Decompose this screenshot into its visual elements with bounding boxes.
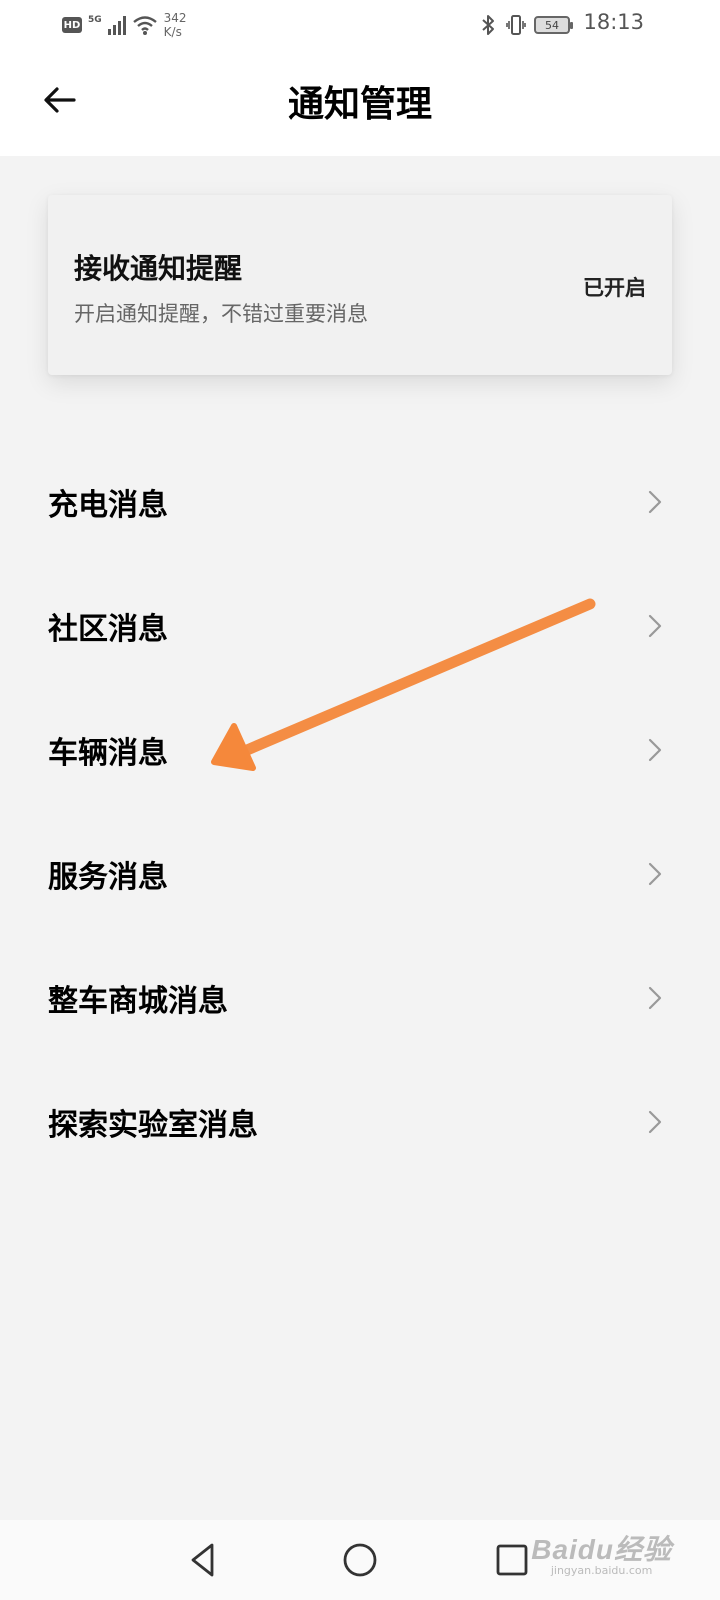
chevron-right-icon	[648, 614, 662, 638]
signal-icon	[107, 15, 126, 35]
square-recents-icon[interactable]	[490, 1538, 534, 1582]
watermark-url: jingyan.baidu.com	[550, 1564, 653, 1577]
chevron-right-icon	[648, 1110, 662, 1134]
vibrate-icon	[506, 15, 526, 35]
chevron-right-icon	[648, 862, 662, 886]
notification-toggle-card[interactable]: 接收通知提醒 开启通知提醒，不错过重要消息 已开启	[48, 195, 672, 375]
page-title: 通知管理	[287, 83, 432, 125]
menu-item-label: 车辆消息	[48, 736, 168, 771]
wifi-icon	[132, 16, 157, 35]
card-title: 接收通知提醒	[74, 252, 243, 285]
menu-item-store[interactable]: 整车商城消息	[0, 943, 720, 1053]
menu-item-service[interactable]: 服务消息	[0, 819, 720, 929]
status-right: 54	[478, 8, 573, 42]
status-time: 18:13	[583, 10, 644, 34]
watermark-logo: Baidu经验	[531, 1534, 672, 1565]
menu-item-label: 充电消息	[48, 488, 168, 523]
chevron-right-icon	[648, 738, 662, 762]
triangle-back-icon[interactable]	[182, 1538, 226, 1582]
watermark: Baidu经验 jingyan.baidu.com	[531, 1528, 672, 1577]
battery-icon: 54	[534, 16, 573, 34]
bluetooth-icon	[482, 15, 494, 35]
network-speed: 342 K/s	[164, 11, 187, 39]
menu-item-lab[interactable]: 探索实验室消息	[0, 1067, 720, 1177]
circle-home-icon[interactable]	[338, 1538, 382, 1582]
app-header: 通知管理	[0, 50, 720, 156]
status-bar: HD 5G 342 K/s 54 18:13	[0, 0, 720, 50]
network-speed-unit: K/s	[163, 25, 182, 39]
hd-badge: HD	[62, 17, 82, 33]
card-subtitle: 开启通知提醒，不错过重要消息	[74, 302, 368, 326]
chevron-right-icon	[648, 986, 662, 1010]
menu-item-label: 服务消息	[48, 860, 168, 895]
notification-status[interactable]: 已开启	[583, 272, 646, 302]
menu-item-label: 探索实验室消息	[48, 1108, 258, 1143]
network-type: 5G	[88, 15, 102, 25]
menu-item-community[interactable]: 社区消息	[0, 571, 720, 681]
status-left: HD 5G 342 K/s	[62, 8, 187, 42]
menu-item-label: 社区消息	[48, 612, 168, 647]
menu-item-charging[interactable]: 充电消息	[0, 447, 720, 557]
chevron-right-icon	[648, 490, 662, 514]
menu-item-label: 整车商城消息	[48, 984, 228, 1019]
menu-item-vehicle[interactable]: 车辆消息	[0, 695, 720, 805]
network-speed-value: 342	[163, 11, 187, 25]
